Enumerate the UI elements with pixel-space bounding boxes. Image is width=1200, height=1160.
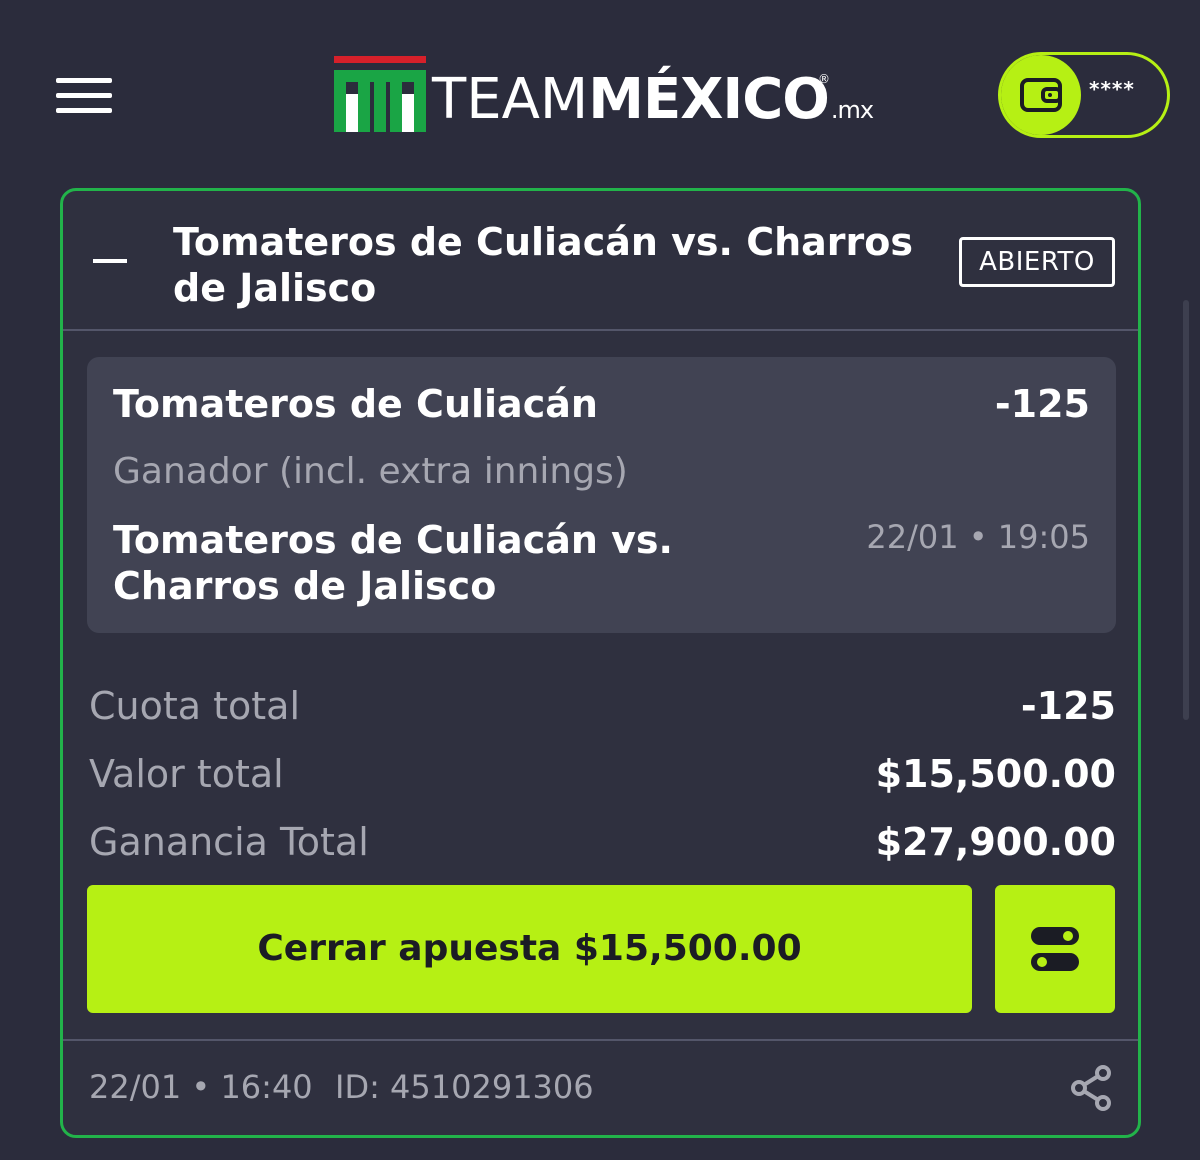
cashout-settings-button[interactable] <box>995 885 1115 1013</box>
menu-line <box>56 78 112 83</box>
bet-placed-datetime: 22/01 • 16:40 <box>89 1068 313 1106</box>
top-header: TEAMMÉXICO.mx ® **** <box>0 0 1200 180</box>
summary-row-ganancia: Ganancia Total $27,900.00 <box>89 817 1116 867</box>
wallet-balance-toggle[interactable]: **** <box>998 52 1170 138</box>
valor-total-value: $15,500.00 <box>875 752 1116 796</box>
logo-team-text: TEAM <box>432 67 589 132</box>
bet-card: Tomateros de Culiacán vs. Charros de Jal… <box>60 188 1141 1138</box>
menu-line <box>56 93 112 98</box>
selection-panel: Tomateros de Culiacán -125 Ganador (incl… <box>87 357 1116 633</box>
collapse-icon[interactable] <box>93 247 127 271</box>
wallet-icon <box>1020 78 1062 112</box>
wallet-balance-hidden: **** <box>1089 77 1135 101</box>
menu-line <box>56 108 112 113</box>
selection-datetime: 22/01 • 19:05 <box>866 518 1090 556</box>
bet-card-header[interactable]: Tomateros de Culiacán vs. Charros de Jal… <box>63 191 1138 331</box>
logo-mark-icon <box>334 56 426 132</box>
selection-odds: -125 <box>994 382 1090 426</box>
share-icon[interactable] <box>1069 1065 1113 1111</box>
selection-event: Tomateros de Culiacán vs. Charros de Jal… <box>113 518 673 608</box>
logo-mx-text: .mx <box>830 96 874 124</box>
cuota-total-value: -125 <box>1020 684 1116 728</box>
valor-total-label: Valor total <box>89 752 284 796</box>
collapse-line <box>93 259 127 263</box>
ganancia-total-value: $27,900.00 <box>875 820 1116 864</box>
summary-row-cuota: Cuota total -125 <box>89 681 1116 731</box>
toggle-settings-icon <box>1031 927 1079 971</box>
bet-id: ID: 4510291306 <box>335 1068 594 1106</box>
selection-team: Tomateros de Culiacán <box>113 382 598 426</box>
hamburger-menu-icon[interactable] <box>56 78 112 114</box>
status-badge: ABIERTO <box>959 237 1115 287</box>
summary-row-valor: Valor total $15,500.00 <box>89 749 1116 799</box>
logo-wordmark: TEAMMÉXICO.mx <box>432 67 874 140</box>
logo-mexico-text: MÉXICO <box>588 67 830 132</box>
ganancia-total-label: Ganancia Total <box>89 820 369 864</box>
cuota-total-label: Cuota total <box>89 684 301 728</box>
selection-market: Ganador (incl. extra innings) <box>113 451 628 492</box>
cashout-button[interactable]: Cerrar apuesta $15,500.00 <box>87 885 972 1013</box>
event-title: Tomateros de Culiacán vs. Charros de Jal… <box>173 220 913 310</box>
registered-mark: ® <box>818 72 830 86</box>
teammexico-logo[interactable]: TEAMMÉXICO.mx ® <box>332 56 874 136</box>
scrollbar[interactable] <box>1183 300 1189 720</box>
bet-card-footer: 22/01 • 16:40 ID: 4510291306 <box>63 1039 1138 1138</box>
wallet-icon-circle <box>1001 55 1081 135</box>
